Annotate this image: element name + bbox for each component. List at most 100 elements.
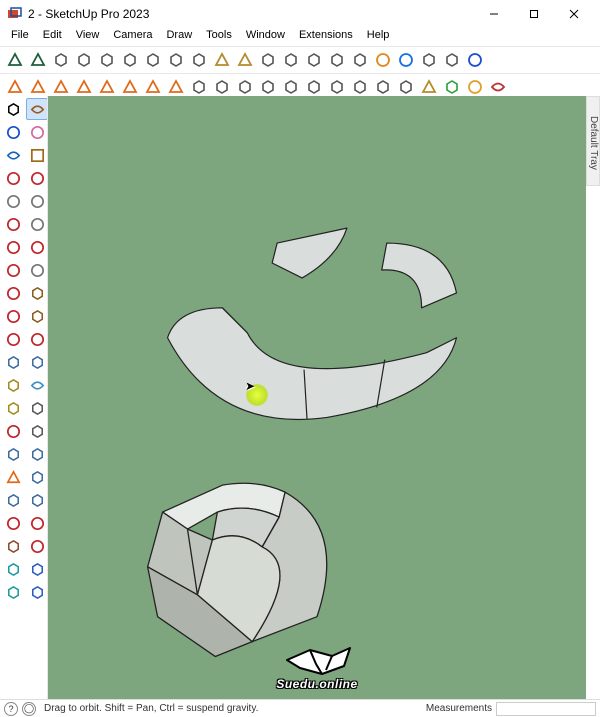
axis-ring-icon[interactable] [418,49,440,71]
box-orange-icon[interactable] [372,49,394,71]
menu-draw[interactable]: Draw [159,28,199,46]
rotate3d-icon[interactable] [257,49,279,71]
lasso-orange-icon[interactable] [27,76,49,98]
ring-orange-icon[interactable] [165,76,187,98]
circle-gray-icon[interactable] [26,213,48,235]
leaf-icon[interactable] [27,49,49,71]
monitor-icon[interactable] [165,49,187,71]
frame-icon[interactable] [142,49,164,71]
render-icon[interactable] [96,49,118,71]
union-icon[interactable] [349,76,371,98]
rectangle-icon[interactable] [2,190,24,212]
3dtext-icon[interactable] [26,420,48,442]
maximize-button[interactable] [514,0,554,28]
pushpull-icon[interactable] [26,282,48,304]
slant-box-icon[interactable] [280,76,302,98]
menu-window[interactable]: Window [239,28,292,46]
freehand-red-icon[interactable] [26,167,48,189]
default-tray-tab[interactable]: Default Tray [586,96,600,186]
diag-hatch-icon[interactable] [303,49,325,71]
viewport-3d[interactable]: ➤ Suedu.online [48,96,586,699]
half-sun-icon[interactable] [142,76,164,98]
wave-blue-icon[interactable] [26,558,48,580]
pencil-icon[interactable] [26,144,48,166]
menu-edit[interactable]: Edit [36,28,69,46]
clapper-icon[interactable] [188,49,210,71]
clipboard-icon[interactable] [211,49,233,71]
f6-script-icon[interactable] [464,49,486,71]
disc-red-icon[interactable] [2,213,24,235]
sun-icon[interactable] [4,76,26,98]
cube-blue-icon[interactable] [2,144,24,166]
camera-icon[interactable] [119,49,141,71]
line-red-icon[interactable] [2,167,24,189]
circle-icon[interactable] [26,190,48,212]
walk-icon[interactable] [2,443,24,465]
hex-icon[interactable] [464,76,486,98]
move-icon[interactable] [2,282,24,304]
gear-teal-icon[interactable] [2,558,24,580]
spark-icon[interactable] [96,76,118,98]
help-hint-icon[interactable]: ? [4,702,18,716]
rotate-icon[interactable] [2,305,24,327]
paint-bucket-icon[interactable] [2,121,24,143]
measurements-input[interactable] [496,702,596,716]
offset-icon[interactable] [303,76,325,98]
star-teal-icon[interactable] [2,581,24,603]
compass-icon[interactable] [441,49,463,71]
triangle-icon[interactable] [73,76,95,98]
tape-measure-icon[interactable] [2,374,24,396]
pie-red-icon[interactable] [2,259,24,281]
axes-tool-icon[interactable] [2,420,24,442]
menu-view[interactable]: View [69,28,107,46]
dimension-icon[interactable] [26,374,48,396]
fan-icon[interactable] [234,76,256,98]
user-hint-icon[interactable]: ◯ [22,702,36,716]
subtract-icon[interactable] [372,76,394,98]
intersect-icon[interactable] [326,76,348,98]
platform-icon[interactable] [188,76,210,98]
scale-icon[interactable] [2,328,24,350]
menu-file[interactable]: File [4,28,36,46]
select-arrow-icon[interactable] [2,98,24,120]
arc-red-icon[interactable] [2,236,24,258]
outer-shell-icon[interactable] [2,351,24,373]
menu-extensions[interactable]: Extensions [292,28,360,46]
text-label-icon[interactable] [26,397,48,419]
teapot-icon[interactable] [50,49,72,71]
protractor-icon[interactable] [2,397,24,419]
lock-icon[interactable] [234,49,256,71]
target-icon[interactable] [395,76,417,98]
flare-icon[interactable] [119,76,141,98]
palette-icon[interactable] [395,49,417,71]
solid-cube-icon[interactable] [349,49,371,71]
section-plane-icon[interactable] [2,466,24,488]
offset-red-icon[interactable] [26,328,48,350]
close-button[interactable] [554,0,594,28]
orbit-eye-icon[interactable] [26,98,48,120]
vray-icon[interactable] [4,49,26,71]
minimize-button[interactable] [474,0,514,28]
contract-red-icon[interactable] [26,512,48,534]
cube-shadow-icon[interactable] [280,49,302,71]
plane-arrow-icon[interactable] [26,466,48,488]
globe-icon[interactable] [26,581,48,603]
wire-cube-icon[interactable] [326,49,348,71]
menu-camera[interactable]: Camera [106,28,159,46]
menu-help[interactable]: Help [360,28,397,46]
look-icon[interactable] [26,443,48,465]
menu-tools[interactable]: Tools [199,28,239,46]
expand-red-icon[interactable] [2,512,24,534]
extrude-icon[interactable] [211,76,233,98]
zoom-find-icon[interactable] [2,489,24,511]
arc2-red-icon[interactable] [26,236,48,258]
marker-icon[interactable] [26,535,48,557]
circle-orange-icon[interactable] [50,76,72,98]
selection-icon[interactable] [441,76,463,98]
footprints-icon[interactable] [2,535,24,557]
teapot-outline-icon[interactable] [73,49,95,71]
skew-icon[interactable] [26,351,48,373]
corner-icon[interactable] [26,259,48,281]
curve-tool-icon[interactable] [257,76,279,98]
followme-icon[interactable] [26,305,48,327]
